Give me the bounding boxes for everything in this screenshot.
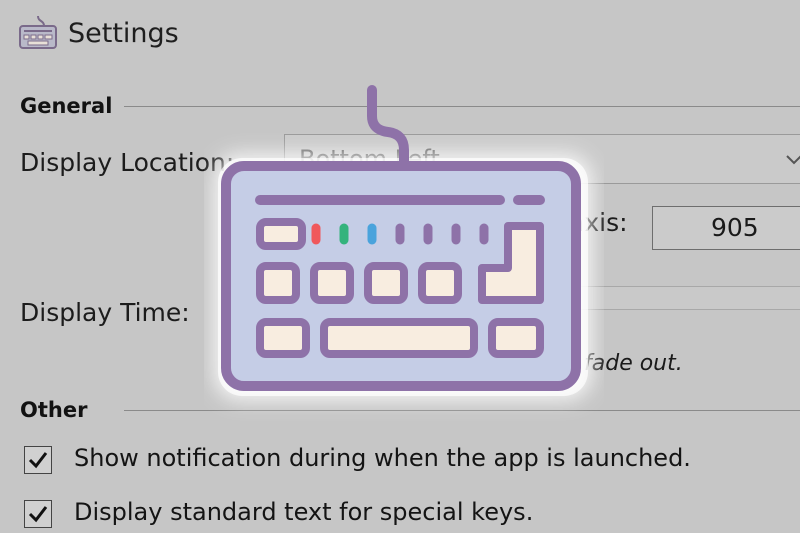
settings-window: Settings General Display Location: Botto…	[0, 0, 800, 533]
show-notification-checkbox[interactable]	[24, 446, 52, 474]
chevron-down-icon	[786, 155, 800, 165]
option-show-notification[interactable]: Show notification during when the app is…	[24, 444, 784, 478]
keyboard-icon	[214, 85, 592, 400]
checkmark-icon	[28, 452, 48, 469]
checkmark-icon	[28, 506, 48, 523]
display-time-label: Display Time:	[20, 298, 190, 327]
display-location-label: Display Location:	[20, 148, 235, 177]
axis-value: 905	[711, 213, 759, 242]
option-standard-text[interactable]: Display standard text for special keys.	[24, 498, 784, 532]
standard-text-label: Display standard text for special keys.	[74, 498, 534, 526]
standard-text-checkbox[interactable]	[24, 500, 52, 528]
title-bar: Settings	[0, 0, 800, 78]
keyboard-icon	[19, 15, 57, 49]
other-group-label: Other	[20, 398, 88, 422]
axis-value-field[interactable]: 905	[652, 206, 800, 250]
general-group-label: General	[20, 94, 113, 118]
window-title: Settings	[68, 18, 179, 49]
show-notification-label: Show notification during when the app is…	[74, 444, 691, 472]
